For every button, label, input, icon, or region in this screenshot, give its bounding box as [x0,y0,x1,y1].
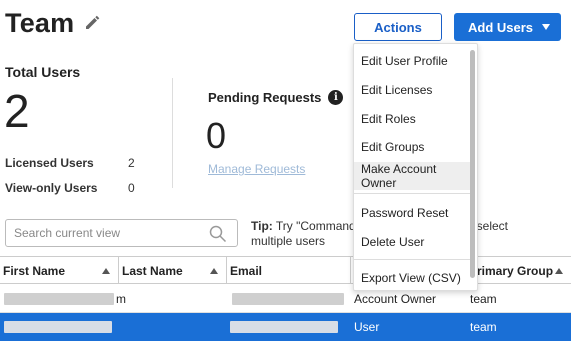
column-header-last-name[interactable]: Last Name [119,257,227,284]
info-icon[interactable]: i [328,90,344,105]
first-name-cell: m [116,292,126,306]
search-input[interactable]: Search current view [5,219,238,247]
add-users-label: Add Users [468,19,534,35]
menu-scrollbar[interactable] [470,50,475,278]
add-users-button[interactable]: Add Users [454,13,561,41]
page-title: Team [5,8,75,38]
table-header: First Name Last Name Email Primary Group [0,256,571,284]
tip-text-line2: multiple users [251,234,326,248]
menu-item-delete-user[interactable]: Delete User [354,228,470,256]
menu-item-export-view-csv[interactable]: Export View (CSV) [354,264,470,292]
redacted-first-name [4,293,114,305]
redacted-first-name [4,321,112,333]
sort-asc-icon[interactable] [102,268,110,274]
actions-dropdown-menu: Edit User Profile Edit Licenses Edit Rol… [353,43,478,291]
column-label: Last Name [122,263,183,278]
tip-label: Tip: [251,219,273,233]
licensed-users-value: 2 [128,156,135,170]
table-row-selected[interactable]: User team [0,313,571,341]
pencil-icon[interactable] [83,13,101,36]
tip-text-start: Try "Command [275,219,356,233]
menu-item-edit-roles[interactable]: Edit Roles [354,105,470,133]
search-placeholder: Search current view [14,226,121,240]
chevron-down-icon[interactable] [542,24,550,30]
menu-item-edit-user-profile[interactable]: Edit User Profile [354,47,470,75]
viewonly-users-value: 0 [128,181,135,195]
pending-requests-title: Pending Requests i [208,90,344,105]
licensed-users-label: Licensed Users [5,156,94,170]
actions-button[interactable]: Actions [354,13,442,41]
menu-divider [354,193,470,194]
menu-item-edit-groups[interactable]: Edit Groups [354,133,470,161]
redacted-email [232,293,344,305]
sort-asc-icon[interactable] [555,268,563,274]
menu-item-password-reset[interactable]: Password Reset [354,199,470,227]
pending-requests-count: 0 [206,115,227,156]
menu-item-edit-licenses[interactable]: Edit Licenses [354,76,470,104]
column-label: First Name [3,263,66,278]
menu-divider [354,259,470,260]
menu-item-make-account-owner[interactable]: Make Account Owner [354,162,470,190]
redacted-email [230,321,338,333]
table-row[interactable]: m Account Owner team [0,285,571,313]
total-users-title: Total Users [5,64,81,80]
viewonly-users-label: View-only Users [5,181,98,195]
total-users-count: 2 [4,85,30,137]
page-title-group: Team [5,8,101,39]
stats-divider [172,78,173,188]
group-cell: team [470,320,497,334]
column-header-primary-group[interactable]: Primary Group [466,257,571,284]
column-header-email[interactable]: Email [227,257,351,284]
column-label: Email [230,263,263,278]
column-header-first-name[interactable]: First Name [0,257,119,284]
search-icon[interactable] [209,225,227,246]
role-cell: User [354,320,380,334]
sort-asc-icon[interactable] [210,268,218,274]
pending-requests-label: Pending Requests [208,90,322,105]
column-label: Primary Group [469,263,554,278]
manage-requests-link[interactable]: Manage Requests [208,162,305,176]
